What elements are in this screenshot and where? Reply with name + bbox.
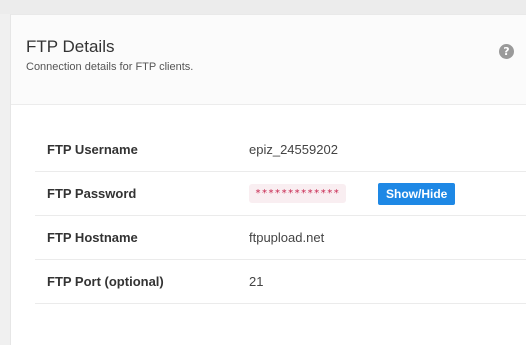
ftp-username-value: epiz_24559202 xyxy=(249,142,338,157)
ftp-port-label: FTP Port (optional) xyxy=(47,274,164,289)
ftp-hostname-value: ftpupload.net xyxy=(249,230,325,245)
ftp-details-table: FTP Username epiz_24559202 FTP Password … xyxy=(35,128,526,304)
row-ftp-port: FTP Port (optional) 21 xyxy=(35,260,526,304)
ftp-port-value: 21 xyxy=(249,274,264,289)
ftp-hostname-label: FTP Hostname xyxy=(47,230,138,245)
top-strip xyxy=(0,0,526,14)
show-hide-password-button[interactable]: Show/Hide xyxy=(378,182,456,205)
ftp-details-panel: FTP Details Connection details for FTP c… xyxy=(10,14,526,345)
help-icon[interactable]: ? xyxy=(499,44,514,59)
panel-header: FTP Details Connection details for FTP c… xyxy=(11,15,526,105)
ftp-password-value: ************* xyxy=(249,184,346,203)
ftp-username-label: FTP Username xyxy=(47,142,138,157)
row-ftp-password: FTP Password ************* Show/Hide xyxy=(35,172,526,216)
ftp-password-label: FTP Password xyxy=(47,186,137,201)
panel-subtitle: Connection details for FTP clients. xyxy=(26,61,194,73)
row-ftp-username: FTP Username epiz_24559202 xyxy=(35,128,526,172)
row-ftp-hostname: FTP Hostname ftpupload.net xyxy=(35,216,526,260)
panel-title: FTP Details xyxy=(26,37,115,56)
